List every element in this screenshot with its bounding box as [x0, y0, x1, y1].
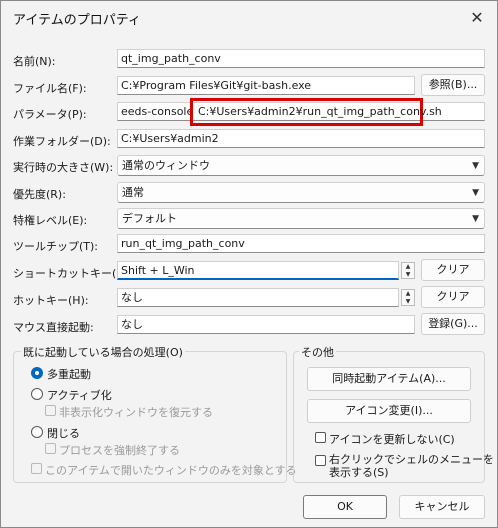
chevron-down-icon: ▼ [472, 161, 479, 171]
priority-value: 通常 [122, 186, 144, 199]
window-size-value: 通常のウィンドウ [122, 159, 210, 172]
mouse-field[interactable]: なし [117, 315, 415, 334]
privilege-label: 特権レベル(E): [13, 214, 88, 227]
params-value-highlighted: C:¥Users¥admin2¥run_qt_img_path_conv.sh [198, 105, 442, 118]
close-radio[interactable] [31, 426, 43, 438]
tooltip-label: ツールチップ(T): [13, 240, 99, 253]
restore-hidden-label: 非表示化ウィンドウを復元する [59, 406, 213, 419]
no-icon-update-label[interactable]: アイコンを更新しない(C) [329, 431, 455, 447]
multi-launch-label[interactable]: 多重起動 [47, 366, 91, 382]
spin-down-icon[interactable]: ▼ [402, 271, 414, 278]
simul-launch-button[interactable]: 同時起動アイテム(A)... [307, 367, 471, 391]
name-field[interactable]: qt_img_path_conv [117, 49, 485, 68]
chevron-down-icon: ▼ [472, 214, 479, 224]
params-value-prefix: eeds-console [121, 105, 194, 118]
shortcut-field[interactable]: Shift + L_Win [117, 261, 399, 280]
only-this-checkbox[interactable] [31, 463, 42, 474]
params-label: パラメータ(P): [13, 108, 87, 121]
tooltip-field[interactable]: run_qt_img_path_conv [117, 234, 485, 253]
no-icon-update-checkbox[interactable] [315, 432, 326, 443]
workdir-label: 作業フォルダー(D): [13, 135, 111, 148]
activate-label[interactable]: アクティブ化 [47, 387, 112, 403]
priority-select[interactable]: 通常 ▼ [117, 182, 485, 203]
priority-label: 優先度(R): [13, 188, 66, 201]
properties-dialog: アイテムのプロパティ ✕ 名前(N): qt_img_path_conv ファイ… [0, 0, 498, 528]
ok-button[interactable]: OK [303, 495, 387, 519]
close-label[interactable]: 閉じる [47, 425, 80, 441]
other-title: その他 [299, 344, 336, 360]
force-kill-label: プロセスを強制終了する [59, 444, 180, 457]
dialog-title: アイテムのプロパティ [13, 13, 141, 28]
window-size-select[interactable]: 通常のウィンドウ ▼ [117, 155, 485, 176]
spin-down-icon[interactable]: ▼ [402, 298, 414, 305]
shell-menu-checkbox[interactable] [315, 455, 326, 466]
force-kill-checkbox[interactable] [45, 443, 56, 454]
hotkey-clear-button[interactable]: クリア [421, 286, 485, 308]
shortcut-clear-button[interactable]: クリア [421, 259, 485, 281]
hotkey-label: ホットキー(H): [13, 294, 89, 307]
register-button[interactable]: 登録(G)... [421, 313, 485, 335]
mouse-label: マウス直接起動: [13, 321, 94, 334]
restore-hidden-checkbox[interactable] [45, 405, 56, 416]
hotkey-field[interactable]: なし [117, 288, 399, 307]
name-label: 名前(N): [13, 55, 56, 68]
browse-button[interactable]: 参照(B)... [421, 74, 485, 96]
spin-up-icon[interactable]: ▲ [402, 263, 414, 270]
filename-field[interactable]: C:¥Program Files¥Git¥git-bash.exe [117, 76, 415, 95]
spinner-icon[interactable]: ▲ ▼ [401, 262, 415, 279]
shell-menu-label-line2[interactable]: 表示する(S) [329, 464, 389, 480]
spin-up-icon[interactable]: ▲ [402, 290, 414, 297]
activate-radio[interactable] [31, 388, 43, 400]
only-this-label: このアイテムで開いたウィンドウのみを対象とする [45, 464, 297, 477]
cancel-button[interactable]: キャンセル [399, 495, 485, 519]
window-size-label: 実行時の大きさ(W): [13, 161, 114, 174]
workdir-field[interactable]: C:¥Users¥admin2 [117, 129, 485, 148]
spinner-icon[interactable]: ▲ ▼ [401, 289, 415, 306]
privilege-value: デフォルト [122, 212, 177, 225]
privilege-select[interactable]: デフォルト ▼ [117, 208, 485, 229]
already-running-title: 既に起動している場合の処理(O) [21, 344, 185, 360]
shortcut-label: ショートカットキー(K): [13, 267, 132, 280]
icon-change-button[interactable]: アイコン変更(I)... [307, 399, 471, 423]
chevron-down-icon: ▼ [472, 188, 479, 198]
multi-launch-radio[interactable] [31, 367, 43, 379]
filename-label: ファイル名(F): [13, 82, 87, 95]
title-bar: アイテムのプロパティ ✕ [1, 1, 497, 35]
close-icon[interactable]: ✕ [465, 7, 489, 29]
